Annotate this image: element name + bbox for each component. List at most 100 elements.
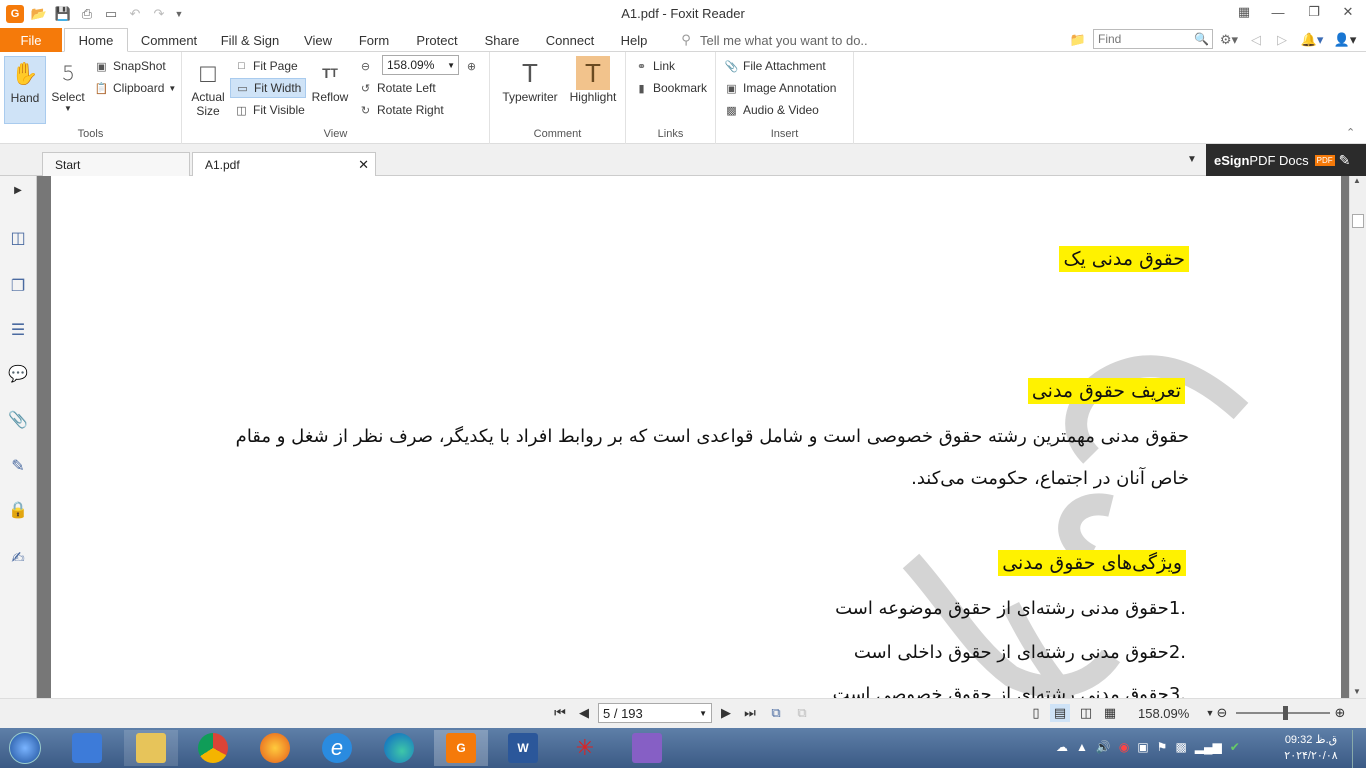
- reflow-button[interactable]: TT Reflow: [310, 56, 350, 104]
- tray-volume-icon[interactable]: 🔊: [1096, 740, 1111, 754]
- tell-me-input[interactable]: Tell me what you want to do..: [700, 28, 890, 52]
- save-icon[interactable]: 💾: [54, 5, 72, 23]
- audio-video-button[interactable]: ▩ Audio & Video: [724, 100, 819, 120]
- zoom-slider-thumb[interactable]: [1283, 706, 1288, 720]
- single-page-icon[interactable]: ▯: [1026, 704, 1046, 722]
- security-panel-icon[interactable]: 🔒: [6, 498, 30, 522]
- taskbar-media-player[interactable]: [60, 730, 114, 766]
- customize-icon[interactable]: ▼: [170, 5, 188, 23]
- pdf-page[interactable]: حقوق مدنی یک تعریف حقوق مدنی حقوق مدنی م…: [51, 176, 1341, 698]
- zoom-select[interactable]: 158.09% ▼: [382, 55, 459, 75]
- taskbar-internet-explorer[interactable]: e: [310, 730, 364, 766]
- link-button[interactable]: ⚭ Link: [634, 56, 675, 76]
- clipboard-button[interactable]: 📋 Clipboard ▼: [94, 78, 177, 98]
- typewriter-button[interactable]: T Typewriter: [498, 56, 562, 105]
- taskbar-red-app[interactable]: ✳: [558, 730, 612, 766]
- vertical-scrollbar[interactable]: ▲ ▼: [1349, 176, 1366, 698]
- next-view-icon[interactable]: ⧉: [792, 704, 812, 722]
- fit-width-button[interactable]: ▭ Fit Width: [230, 78, 307, 98]
- tab-comment[interactable]: Comment: [134, 28, 204, 52]
- previous-page-icon[interactable]: ◀: [574, 704, 594, 722]
- select-button[interactable]: 𝟻 Select ▼: [48, 56, 88, 113]
- tab-home[interactable]: Home: [64, 28, 128, 52]
- continuous-page-icon[interactable]: ▤: [1050, 704, 1070, 722]
- fit-visible-button[interactable]: ◫ Fit Visible: [234, 100, 305, 120]
- tray-security-icon[interactable]: ✔: [1230, 740, 1240, 754]
- tab-form[interactable]: Form: [352, 28, 396, 52]
- minimize-button[interactable]: —: [1260, 0, 1296, 24]
- first-page-icon[interactable]: ⏮: [550, 704, 570, 722]
- tray-record-icon[interactable]: ◉: [1119, 740, 1129, 754]
- layers-panel-icon[interactable]: ☰: [6, 318, 30, 342]
- collapse-ribbon-icon[interactable]: ⌃: [1346, 126, 1355, 139]
- scroll-up-icon[interactable]: ▲: [1353, 176, 1361, 185]
- digital-id-panel-icon[interactable]: ✍: [6, 546, 30, 570]
- redo-icon[interactable]: ↷: [150, 5, 168, 23]
- tab-view[interactable]: View: [296, 28, 340, 52]
- tab-start[interactable]: Start: [42, 152, 190, 176]
- close-tab-icon[interactable]: ✕: [358, 157, 369, 173]
- file-attachment-button[interactable]: 📎 File Attachment: [724, 56, 826, 76]
- view-icon[interactable]: ▭: [102, 5, 120, 23]
- find-field[interactable]: Find 🔍: [1093, 29, 1213, 49]
- tab-connect[interactable]: Connect: [538, 28, 602, 52]
- tray-network-icon[interactable]: ☁: [1056, 740, 1068, 754]
- highlight-button[interactable]: T Highlight: [566, 56, 620, 104]
- page-number-field[interactable]: 5 / 193 ▼: [598, 703, 712, 723]
- esign-button[interactable]: eSign PDF Docs PDF ✎: [1206, 144, 1366, 176]
- bell-icon[interactable]: 🔔▾: [1298, 28, 1326, 52]
- pages-panel-icon[interactable]: ❐: [6, 274, 30, 298]
- start-button[interactable]: [4, 730, 46, 766]
- signatures-panel-icon[interactable]: ✎: [6, 454, 30, 478]
- tray-device-icon[interactable]: ▩: [1175, 740, 1186, 754]
- bookmarks-panel-icon[interactable]: ◫: [6, 226, 30, 250]
- gear-icon[interactable]: ⚙▾: [1216, 28, 1242, 52]
- last-page-icon[interactable]: ⏭: [740, 704, 760, 722]
- rotate-right-button[interactable]: ↻ Rotate Right: [358, 100, 444, 120]
- actual-size-button[interactable]: □ Actual Size: [188, 56, 228, 119]
- close-button[interactable]: ✕: [1330, 0, 1366, 24]
- tabs-dropdown-icon[interactable]: ▼: [1187, 154, 1197, 165]
- zoom-out-button[interactable]: ⊖: [358, 56, 373, 76]
- print-icon[interactable]: ⎙: [78, 5, 96, 23]
- taskbar-firefox[interactable]: [248, 730, 302, 766]
- file-menu[interactable]: File: [0, 28, 62, 52]
- search-icon[interactable]: 🔍: [1194, 32, 1212, 46]
- scroll-down-icon[interactable]: ▼: [1353, 687, 1361, 696]
- tray-signal-icon[interactable]: ▂▄▆: [1195, 740, 1222, 754]
- tray-monitor-icon[interactable]: ▣: [1137, 740, 1148, 754]
- undo-icon[interactable]: ↶: [126, 5, 144, 23]
- scroll-thumb[interactable]: [1352, 214, 1364, 228]
- bookmark-button[interactable]: ▮ Bookmark: [634, 78, 707, 98]
- status-zoom-value[interactable]: 158.09%: [1138, 706, 1189, 721]
- attachments-panel-icon[interactable]: 📎: [6, 408, 30, 432]
- nav-back-icon[interactable]: ◁: [1248, 28, 1264, 52]
- folder-search-icon[interactable]: 📁: [1068, 28, 1088, 52]
- fit-page-button[interactable]: □ Fit Page: [234, 56, 298, 76]
- expand-panel-icon[interactable]: ▶: [6, 178, 30, 202]
- tray-arrow-icon[interactable]: ▲: [1076, 740, 1088, 754]
- continuous-facing-icon[interactable]: ▦: [1100, 704, 1120, 722]
- zoom-in-circle-icon[interactable]: ⊕: [1330, 704, 1350, 722]
- rotate-left-button[interactable]: ↺ Rotate Left: [358, 78, 436, 98]
- hand-button[interactable]: ✋ Hand: [4, 56, 46, 124]
- next-page-icon[interactable]: ▶: [716, 704, 736, 722]
- tab-fill-sign[interactable]: Fill & Sign: [214, 28, 286, 52]
- open-icon[interactable]: 📂: [30, 5, 48, 23]
- nav-forward-icon[interactable]: ▷: [1274, 28, 1290, 52]
- taskbar-chrome[interactable]: [186, 730, 240, 766]
- comments-panel-icon[interactable]: 💬: [6, 362, 30, 386]
- tab-share[interactable]: Share: [478, 28, 526, 52]
- restore-button[interactable]: ❐: [1296, 0, 1332, 24]
- image-annotation-button[interactable]: ▣ Image Annotation: [724, 78, 836, 98]
- tab-document[interactable]: A1.pdf ✕: [192, 152, 376, 176]
- user-icon[interactable]: 👤▾: [1330, 28, 1360, 52]
- previous-view-icon[interactable]: ⧉: [766, 704, 786, 722]
- show-desktop-button[interactable]: [1352, 730, 1366, 768]
- clock[interactable]: 09:32 ق.ظ ۲۰۲۴/۲۰/۰۸: [1276, 732, 1346, 764]
- tab-help[interactable]: Help: [614, 28, 654, 52]
- ribbon-options-icon[interactable]: ▦: [1226, 0, 1262, 24]
- zoom-out-circle-icon[interactable]: ⊖: [1212, 704, 1232, 722]
- taskbar-edge[interactable]: [372, 730, 426, 766]
- taskbar-foxit-reader[interactable]: G: [434, 730, 488, 766]
